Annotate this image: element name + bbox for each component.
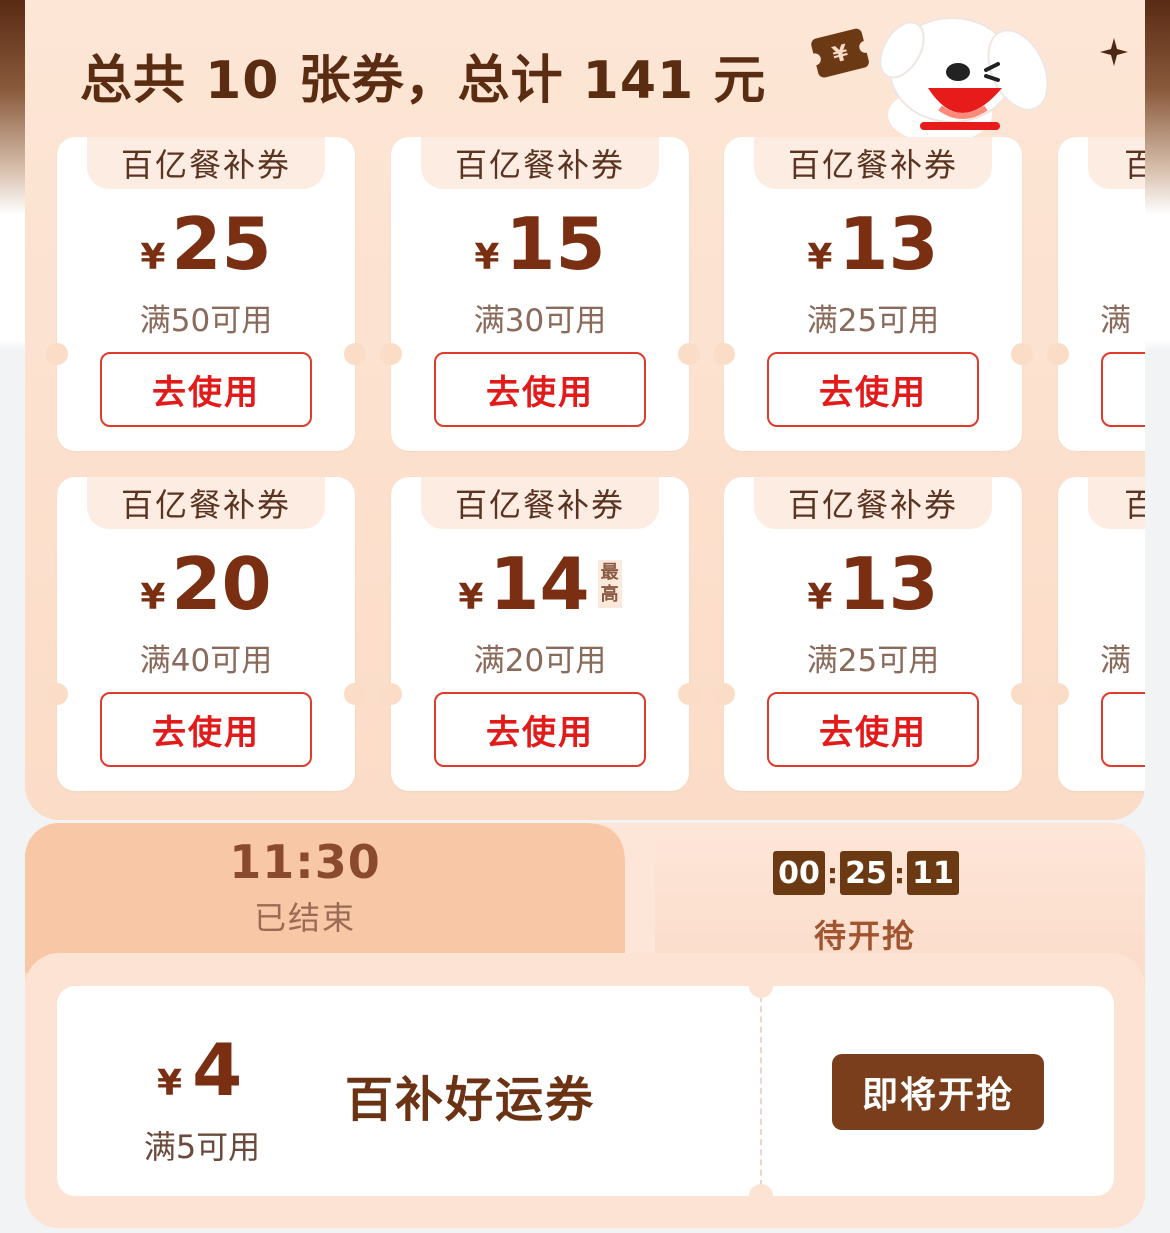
coupon-card: 百亿餐补券 ¥ 20 满40可用 去使用	[46, 477, 366, 791]
coupon-amount: ¥ 15	[391, 203, 689, 285]
coupon-value: 14	[489, 542, 590, 626]
coupon-amount: ¥ 25	[57, 203, 355, 285]
coupon-card: 百亿餐补券 ¥ 13 满25可用 去使用	[713, 137, 1033, 451]
coupon-condition: 满	[1100, 303, 1131, 339]
coupon-tag: 百亿餐补券	[87, 137, 325, 189]
coupon-card: 百亿餐补券 ¥ 14 最高 满20可用 去使用	[380, 477, 700, 791]
coupon-value: 13	[838, 202, 939, 286]
grab-soon-button[interactable]: 即将开抢	[832, 1054, 1044, 1130]
coupon-condition: 满	[1100, 643, 1131, 679]
sparkle-star-icon	[1100, 38, 1128, 66]
lucky-coupon-name: 百补好运券	[345, 1072, 596, 1128]
coupon-condition: 满30可用	[473, 303, 607, 339]
upcoming-status: 待开抢	[813, 917, 916, 955]
countdown-seconds: 11	[907, 851, 959, 895]
yen-ticket-icon: ¥	[808, 28, 872, 78]
summary-title: 总共 10 张券，总计 141 元	[80, 51, 767, 111]
countdown-timer: 00 : 25 : 11	[773, 851, 959, 895]
coupon-condition: 满40可用	[139, 643, 273, 679]
coupon-tag: 百亿餐补券	[421, 137, 659, 189]
currency-symbol: ¥	[474, 237, 500, 278]
coupon-value: 13	[838, 542, 939, 626]
use-coupon-button[interactable]: 去使用	[767, 352, 979, 427]
lucky-coupon-area: ¥ 4 满5可用 百补好运券 即将开抢	[25, 953, 1145, 1228]
coupon-condition: 满25可用	[806, 643, 940, 679]
currency-symbol: ¥	[140, 237, 166, 278]
coupon-card: 百亿餐补券 ¥ 25 满50可用 去使用	[46, 137, 366, 451]
coupon-card: 百亿餐补券 ¥ 15 满30可用 去使用	[380, 137, 700, 451]
coupon-amount: ¥ 13	[724, 203, 1022, 285]
coupon-value: 20	[171, 542, 272, 626]
coupon-value: 25	[171, 202, 272, 286]
coupon-card: 百亿餐补券 ¥ 13 满25可用 去使用	[713, 477, 1033, 791]
lucky-coupon-card: ¥ 4 满5可用 百补好运券 即将开抢	[57, 974, 1114, 1208]
currency-symbol: ¥	[140, 577, 166, 618]
use-coupon-button[interactable]	[1101, 692, 1145, 767]
joy-dog-mascot-icon	[879, 17, 1049, 143]
max-badge: 最高	[597, 560, 622, 608]
use-coupon-button[interactable]: 去使用	[434, 692, 646, 767]
currency-symbol: ¥	[458, 577, 484, 618]
coupon-tag: 百亿餐补券	[87, 477, 325, 529]
session-status: 已结束	[253, 899, 356, 937]
use-coupon-button[interactable]: 去使用	[100, 352, 312, 427]
coupon-condition: 满25可用	[806, 303, 940, 339]
coupon-card-partial: 百 满	[1047, 477, 1145, 791]
use-coupon-button[interactable]: 去使用	[434, 352, 646, 427]
coupon-tag: 百	[1088, 137, 1145, 189]
session-time: 11:30	[229, 835, 381, 889]
lucky-value: 4	[192, 1028, 243, 1112]
coupon-tag: 百亿餐补券	[754, 137, 992, 189]
coupon-condition: 满50可用	[139, 303, 273, 339]
use-coupon-button[interactable]: 去使用	[100, 692, 312, 767]
coupon-value: 15	[505, 202, 606, 286]
coupon-summary-panel: 总共 10 张券，总计 141 元 ¥ 百亿餐补券 ¥ 25 满50可用 去使用…	[25, 0, 1145, 820]
coupon-condition: 满20可用	[473, 643, 607, 679]
countdown-minutes: 25	[840, 851, 892, 895]
coupon-amount: ¥ 13	[724, 543, 1022, 625]
currency-symbol: ¥	[157, 1063, 183, 1104]
coupon-tag: 百	[1088, 477, 1145, 529]
countdown-hours: 00	[773, 851, 825, 895]
use-coupon-button[interactable]: 去使用	[767, 692, 979, 767]
coupon-card-partial: 百 满	[1047, 137, 1145, 451]
coupon-tag: 百亿餐补券	[421, 477, 659, 529]
lucky-condition: 满5可用	[143, 1128, 261, 1166]
flash-sale-section: 11:30 已结束 00 : 25 : 11 待开抢 ¥ 4 满5可用 百补好运…	[25, 823, 1145, 1228]
currency-symbol: ¥	[807, 237, 833, 278]
coupon-amount: ¥ 20	[57, 543, 355, 625]
lucky-amount: ¥ 4	[157, 1034, 242, 1106]
mascot-area: ¥	[780, 10, 1130, 143]
currency-symbol: ¥	[807, 577, 833, 618]
coupon-amount: ¥ 14 最高	[391, 543, 689, 625]
coupon-tag: 百亿餐补券	[754, 477, 992, 529]
use-coupon-button[interactable]	[1101, 352, 1145, 427]
